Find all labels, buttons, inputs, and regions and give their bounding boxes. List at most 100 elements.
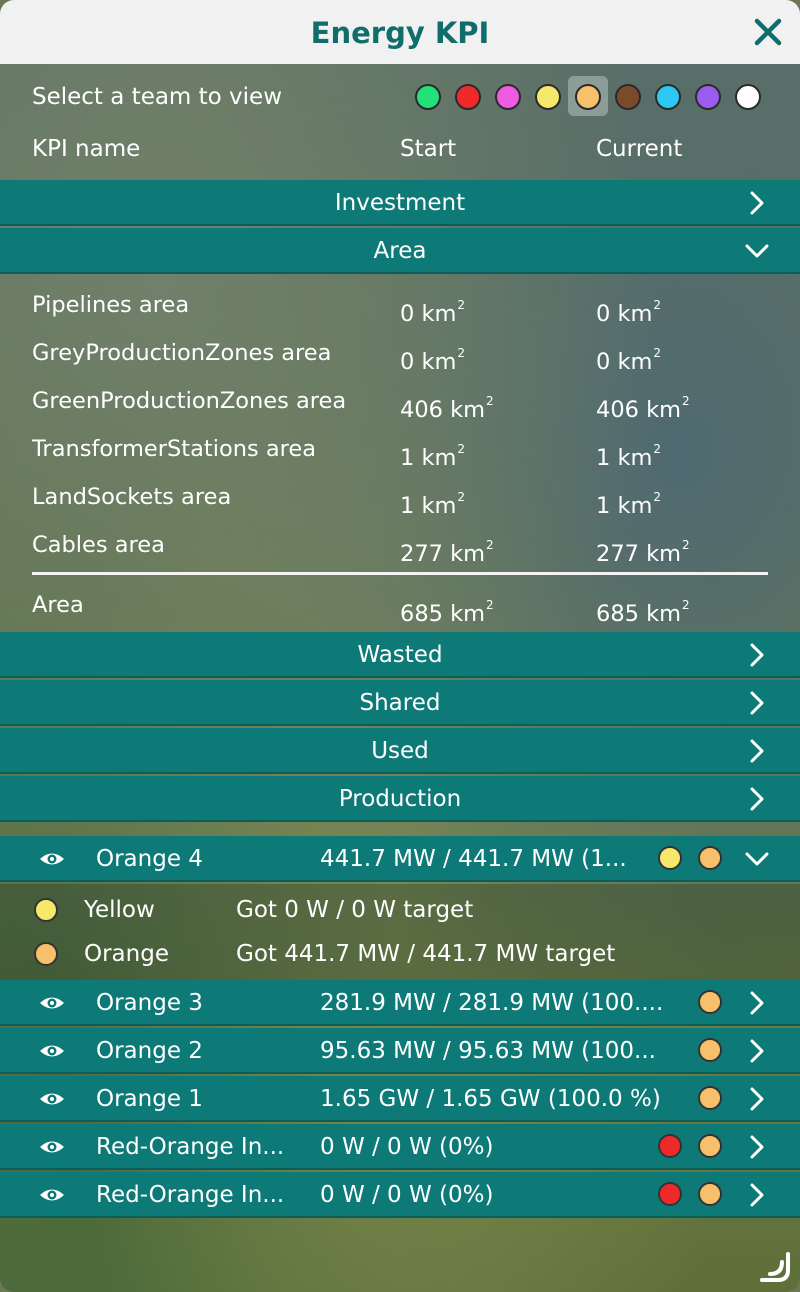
production-row[interactable]: Orange 3 281.9 MW / 281.9 MW (100.... [0,980,800,1026]
section-label: Shared [359,690,441,716]
eye-icon[interactable] [38,848,66,870]
chevron-right-icon [750,191,764,215]
column-header-current: Current [596,136,683,162]
production-row[interactable]: Orange 1 1.65 GW / 1.65 GW (100.0 %) [0,1076,800,1122]
production-value: 0 W / 0 W (0%) [320,1182,494,1208]
kpi-start: 406 km2 [400,394,494,423]
team-color-dot [698,1134,722,1158]
detail-value: Got 0 W / 0 W target [236,897,474,923]
area-total-row: Area 685 km2 685 km2 [0,585,800,627]
production-row[interactable]: Red-Orange In... 0 W / 0 W (0%) [0,1172,800,1218]
chevron-right-icon [750,1039,764,1063]
team-color-button[interactable] [495,84,521,110]
team-color-dot [658,1134,682,1158]
team-color-dot [34,942,58,966]
production-name: Orange 1 [96,1086,203,1112]
kpi-current: 1 km2 [596,490,662,519]
section-area[interactable]: Area [0,228,800,274]
resize-handle-icon[interactable] [758,1250,792,1284]
kpi-start: 0 km2 [400,298,466,327]
team-selector-label: Select a team to view [32,84,283,110]
team-color-dot [698,1086,722,1110]
section-label: Wasted [357,642,443,668]
chevron-right-icon [750,643,764,667]
detail-team-name: Yellow [84,897,155,923]
eye-icon[interactable] [38,1184,66,1206]
kpi-start: 0 km2 [400,346,466,375]
section-label: Used [371,738,429,764]
production-value: 1.65 GW / 1.65 GW (100.0 %) [320,1086,661,1112]
title-bar[interactable]: Energy KPI [0,0,800,64]
chevron-right-icon [750,991,764,1015]
team-color-button[interactable] [615,84,641,110]
kpi-current: 1 km2 [596,442,662,471]
chevron-down-icon [745,244,769,258]
kpi-current: 0 km2 [596,346,662,375]
area-kpi-row: Pipelines area 0 km2 0 km2 [0,285,800,327]
chevron-down-icon [745,852,769,866]
kpi-current: 685 km2 [596,598,690,627]
team-color-button[interactable] [575,84,601,110]
kpi-name: GreyProductionZones area [32,340,332,366]
detail-row: Yellow Got 0 W / 0 W target [0,890,800,930]
kpi-name: Cables area [32,532,165,558]
kpi-start: 685 km2 [400,598,494,627]
kpi-current: 277 km2 [596,538,690,567]
section-investment[interactable]: Investment [0,180,800,226]
chevron-right-icon [750,691,764,715]
team-color-dot [698,990,722,1014]
production-name: Orange 3 [96,990,203,1016]
close-icon[interactable] [750,14,786,50]
team-color-button[interactable] [415,84,441,110]
chevron-right-icon [750,1087,764,1111]
production-value: 95.63 MW / 95.63 MW (100... [320,1038,656,1064]
kpi-name: LandSockets area [32,484,232,510]
energy-kpi-window: Energy KPI Select a team to view KPI nam… [0,0,800,1292]
section-shared[interactable]: Shared [0,680,800,726]
eye-icon[interactable] [38,992,66,1014]
team-color-button[interactable] [695,84,721,110]
team-color-button[interactable] [655,84,681,110]
eye-icon[interactable] [38,1136,66,1158]
total-divider [32,572,768,575]
production-value: 0 W / 0 W (0%) [320,1134,494,1160]
kpi-start: 1 km2 [400,490,466,519]
eye-icon[interactable] [38,1088,66,1110]
production-value: 441.7 MW / 441.7 MW (1... [320,846,627,872]
production-row[interactable]: Orange 4 441.7 MW / 441.7 MW (1... [0,836,800,882]
production-detail-panel: Yellow Got 0 W / 0 W target Orange Got 4… [0,884,800,980]
chevron-right-icon [750,739,764,763]
production-value: 281.9 MW / 281.9 MW (100.... [320,990,664,1016]
section-used[interactable]: Used [0,728,800,774]
detail-value: Got 441.7 MW / 441.7 MW target [236,941,616,967]
team-color-dot [34,898,58,922]
window-title: Energy KPI [310,16,490,50]
section-label: Investment [334,190,466,216]
chevron-right-icon [750,787,764,811]
section-production[interactable]: Production [0,776,800,822]
kpi-name: TransformerStations area [32,436,317,462]
detail-team-name: Orange [84,941,169,967]
chevron-right-icon [750,1183,764,1207]
area-kpi-row: GreenProductionZones area 406 km2 406 km2 [0,381,800,423]
kpi-start: 277 km2 [400,538,494,567]
area-kpi-row: Cables area 277 km2 277 km2 [0,525,800,567]
eye-icon[interactable] [38,1040,66,1062]
area-kpi-row: TransformerStations area 1 km2 1 km2 [0,429,800,471]
production-row[interactable]: Orange 2 95.63 MW / 95.63 MW (100... [0,1028,800,1074]
team-color-button[interactable] [455,84,481,110]
production-name: Orange 2 [96,1038,203,1064]
production-row[interactable]: Red-Orange In... 0 W / 0 W (0%) [0,1124,800,1170]
column-header-kpi-name: KPI name [32,136,141,162]
chevron-right-icon [750,1135,764,1159]
team-color-button[interactable] [735,84,761,110]
team-color-dot [658,846,682,870]
production-name: Orange 4 [96,846,203,872]
team-color-dot [698,1038,722,1062]
section-label: Production [338,786,462,812]
kpi-current: 406 km2 [596,394,690,423]
team-color-button[interactable] [535,84,561,110]
section-wasted[interactable]: Wasted [0,632,800,678]
kpi-current: 0 km2 [596,298,662,327]
column-header-start: Start [400,136,457,162]
